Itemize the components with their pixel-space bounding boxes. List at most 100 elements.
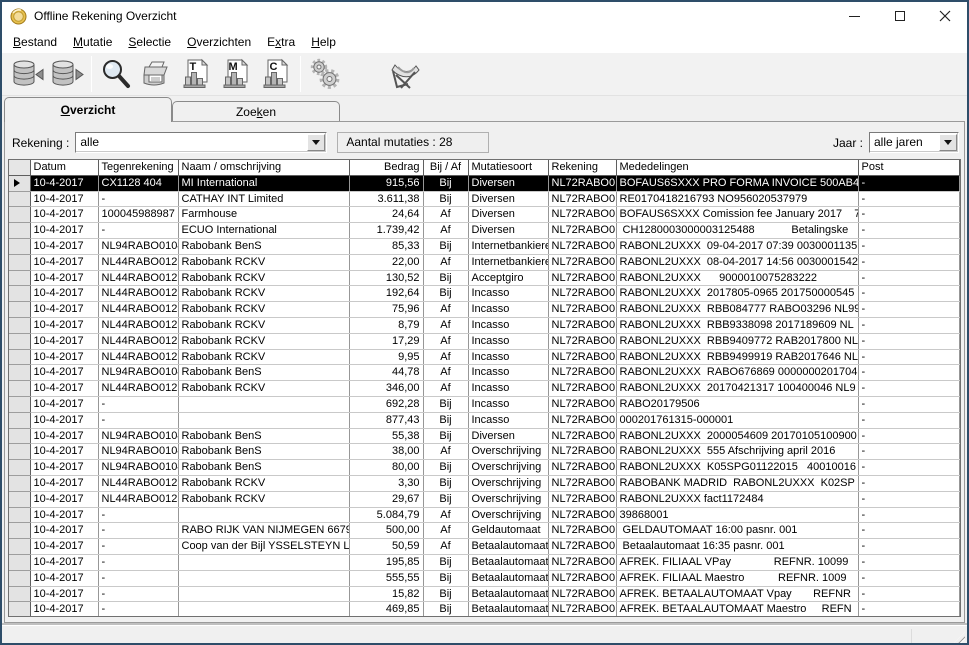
jaar-select[interactable]: alle jaren [869,132,959,153]
row-selector-cell[interactable] [9,428,30,444]
row-selector-cell[interactable] [9,460,30,476]
column-header-mutatiesoort[interactable]: Mutatiesoort [468,160,548,175]
row-selector-cell[interactable] [9,349,30,365]
row-selector-cell[interactable] [9,602,30,617]
row-selector-cell[interactable] [9,207,30,223]
row-selector-cell[interactable] [9,475,30,491]
cell-naam: Rabobank RCKV [178,254,349,270]
table-row[interactable]: 10-4-2017NL44RABO0123Rabobank RCKV29,67B… [9,491,959,507]
previous-database-button[interactable] [7,55,47,93]
row-selector-cell[interactable] [9,396,30,412]
column-header-bij-af[interactable]: Bij / Af [423,160,468,175]
next-database-button[interactable] [47,55,87,93]
table-row[interactable]: 10-4-2017-195,85BijBetaalautomaatNL72RAB… [9,554,959,570]
menu-item-help[interactable]: Help [303,33,344,51]
rekening-select[interactable]: alle [75,132,327,153]
table-row[interactable]: 10-4-2017-555,55BijBetaalautomaatNL72RAB… [9,570,959,586]
report-categories-button[interactable]: C [256,55,296,93]
table-row[interactable]: 10-4-2017CX1128 404MI International915,5… [9,175,959,191]
row-selector-cell[interactable] [9,586,30,602]
row-selector-cell[interactable] [9,317,30,333]
column-header-datum[interactable]: Datum [30,160,98,175]
row-selector-cell[interactable] [9,381,30,397]
tab-zoeken[interactable]: Zoeken [172,101,340,122]
exit-button[interactable] [385,55,425,93]
row-selector-cell[interactable] [9,302,30,318]
rekening-dropdown-button[interactable] [307,134,325,151]
row-selector-cell[interactable] [9,507,30,523]
cell-post: - [858,507,959,523]
resize-grip-icon[interactable] [951,632,965,645]
row-selector-cell[interactable] [9,175,30,191]
row-selector-cell[interactable] [9,523,30,539]
row-selector-cell[interactable] [9,491,30,507]
table-row[interactable]: 10-4-2017NL44RABO0123Rabobank RCKV346,00… [9,381,959,397]
row-selector-cell[interactable] [9,444,30,460]
menu-item-bestand[interactable]: Bestand [5,33,65,51]
table-row[interactable]: 10-4-2017-Coop van der Bijl YSSELSTEYN L… [9,539,959,555]
table-row[interactable]: 10-4-2017NL44RABO0123Rabobank RCKV75,96A… [9,302,959,318]
table-row[interactable]: 10-4-2017NL94RABO0104Rabobank BenS80,00B… [9,460,959,476]
menu-item-extra[interactable]: Extra [259,33,303,51]
row-selector-cell[interactable] [9,238,30,254]
table-row[interactable]: 10-4-2017NL94RABO0104Rabobank BenS55,38B… [9,428,959,444]
print-button[interactable] [136,55,176,93]
row-selector-cell[interactable] [9,286,30,302]
table-row[interactable]: 10-4-2017NL44RABO0123Rabobank RCKV130,52… [9,270,959,286]
cell-mededelingen: AFREK. FILIAAL Maestro REFNR. 1009 [616,570,858,586]
table-row[interactable]: 10-4-2017NL44RABO0123Rabobank RCKV17,29A… [9,333,959,349]
row-selector-cell[interactable] [9,570,30,586]
column-header-rekening[interactable]: Rekening [548,160,616,175]
cell-mutatiesoort: Incasso [468,286,548,302]
row-selector-cell[interactable] [9,254,30,270]
table-row[interactable]: 10-4-2017-469,85BijBetaalautomaatNL72RAB… [9,602,959,617]
tab-overzicht[interactable]: Overzicht [4,97,172,122]
row-selector-cell[interactable] [9,270,30,286]
table-row[interactable]: 10-4-2017NL44RABO0123Rabobank RCKV8,79Af… [9,317,959,333]
table-row[interactable]: 10-4-2017NL94RABO0104Rabobank BenS44,78A… [9,365,959,381]
row-selector-cell[interactable] [9,412,30,428]
row-selector-cell[interactable] [9,333,30,349]
table-row[interactable]: 10-4-2017-RABO RIJK VAN NIJMEGEN 6679EN5… [9,523,959,539]
column-header-bedrag[interactable]: Bedrag [349,160,423,175]
row-selector-cell[interactable] [9,191,30,207]
table-row[interactable]: 10-4-2017-5.084,79AfOverschrijvingNL72RA… [9,507,959,523]
cell-bij-af: Bij [423,191,468,207]
settings-button[interactable] [305,55,345,93]
cell-naam: RABO RIJK VAN NIJMEGEN 6679EN [178,523,349,539]
menu-item-mutatie[interactable]: Mutatie [65,33,120,51]
search-button[interactable] [96,55,136,93]
table-row[interactable]: 10-4-2017NL44RABO0123Rabobank RCKV3,30Bi… [9,475,959,491]
menu-item-selectie[interactable]: Selectie [120,33,179,51]
jaar-dropdown-button[interactable] [939,134,957,151]
cell-datum: 10-4-2017 [30,207,98,223]
table-row[interactable]: 10-4-2017NL94RABO0104Rabobank BenS85,33B… [9,238,959,254]
report-mutations-button[interactable]: M [216,55,256,93]
row-selector-cell[interactable] [9,365,30,381]
column-header-tegenrekening[interactable]: Tegenrekening [98,160,178,175]
report-totals-button[interactable]: T [176,55,216,93]
table-row[interactable]: 10-4-2017NL44RABO0123Rabobank RCKV9,95Af… [9,349,959,365]
close-button[interactable] [922,2,967,30]
table-row[interactable]: 10-4-2017NL94RABO0104Rabobank BenS38,00A… [9,444,959,460]
cell-bedrag: 38,00 [349,444,423,460]
menu-item-overzichten[interactable]: Overzichten [179,33,259,51]
maximize-button[interactable] [877,2,922,30]
column-header-post[interactable]: Post [858,160,959,175]
cell-mededelingen: RABONL2UXXX 2000054609 20170105100900 [616,428,858,444]
row-selector-cell[interactable] [9,554,30,570]
table-row[interactable]: 10-4-2017-692,28BijIncassoNL72RABO01RABO… [9,396,959,412]
minimize-button[interactable] [832,2,877,30]
column-header-mededelingen[interactable]: Mededelingen [616,160,858,175]
table-row[interactable]: 10-4-2017-CATHAY INT Limited3.611,38BijD… [9,191,959,207]
row-selector-cell[interactable] [9,223,30,239]
table-row[interactable]: 10-4-2017-15,82BijBetaalautomaatNL72RABO… [9,586,959,602]
column-header-naam[interactable]: Naam / omschrijving [178,160,349,175]
table-row[interactable]: 10-4-2017-ECUO International1.739,42AfDi… [9,223,959,239]
table-row[interactable]: 10-4-2017-877,43BijIncassoNL72RABO010002… [9,412,959,428]
table-row[interactable]: 10-4-2017100045988987Farmhouse24,64AfDiv… [9,207,959,223]
table-row[interactable]: 10-4-2017NL44RABO0123Rabobank RCKV192,64… [9,286,959,302]
cell-rekening: NL72RABO01 [548,539,616,555]
row-selector-cell[interactable] [9,539,30,555]
table-row[interactable]: 10-4-2017NL44RABO0123Rabobank RCKV22,00A… [9,254,959,270]
